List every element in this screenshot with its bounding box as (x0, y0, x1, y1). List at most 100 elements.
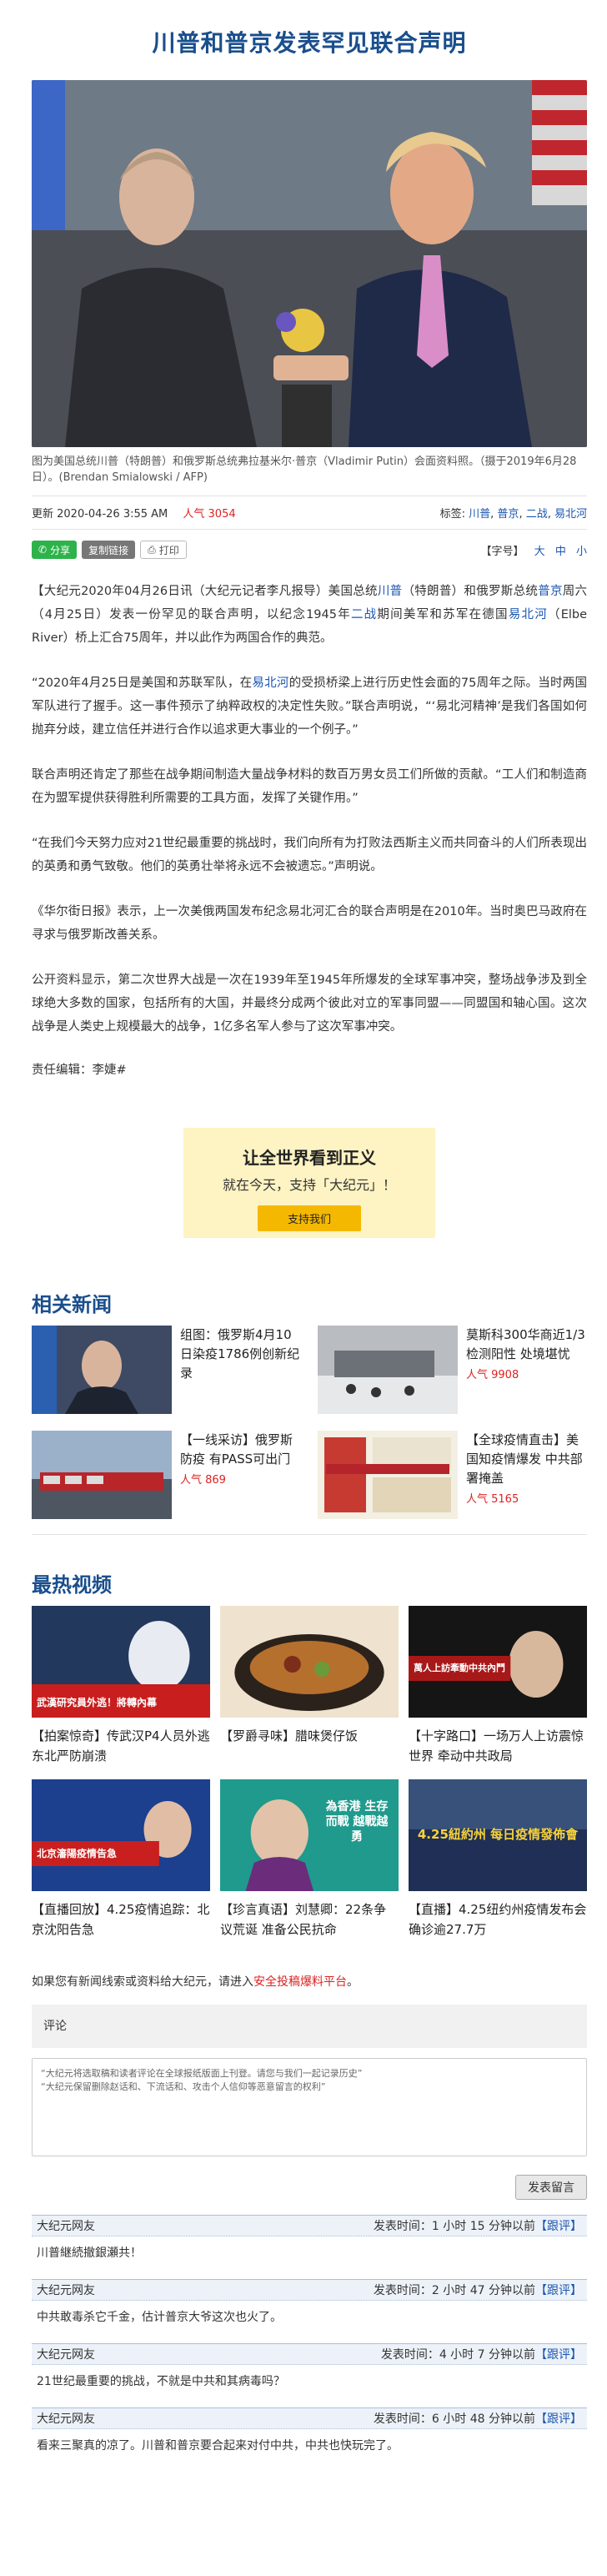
comment-time: 发表时间：6 小时 48 分钟以前 (373, 2412, 535, 2426)
video-item[interactable]: 萬人上訪牽動中共內鬥 【十字路口】一场万人上访震惊世界 牵动中共政局 (409, 1606, 587, 1766)
inline-link[interactable]: 易北河 (252, 677, 288, 690)
video-thumbnail: 北京瀋陽疫情告急 (32, 1779, 210, 1891)
comment-text: 川普継続撤銀瀬共！ (37, 2246, 142, 2260)
comments-header: 评论 (32, 2005, 587, 2048)
related-title: 【一线采访】俄罗斯防疫 有PASS可出门 (180, 1432, 293, 1467)
editor-credit: 责任编辑：李婕# (32, 1064, 127, 1077)
inline-link[interactable]: 二战 (351, 608, 377, 621)
related-title: 莫斯科300华商近1/3检测阳性 处境堪忧 (466, 1327, 585, 1361)
comment-user: 大纪元网友 (37, 2348, 95, 2362)
printer-icon: ⎙ (148, 543, 156, 556)
video-title: 【十字路口】一场万人上访震惊世界 牵动中共政局 (409, 1728, 584, 1763)
page-title: 川普和普京发表罕见联合声明 (152, 29, 467, 57)
related-popularity: 人气 5165 (466, 1493, 519, 1506)
related-thumbnail (318, 1326, 458, 1414)
related-thumbnail (32, 1326, 172, 1414)
font-size-label: 【字号】 (480, 545, 524, 558)
related-item[interactable]: 莫斯科300华商近1/3检测阳性 处境堪忧人气 9908 (318, 1326, 587, 1414)
tags: 标签: 川普, 普京, 二战, 易北河 (439, 508, 587, 521)
comment-text: 21世纪最重要的挑战，不就是中共和其病毒吗？ (37, 2375, 285, 2388)
video-title: 【直播回放】4.25疫情追踪：北京沈阳告急 (32, 1902, 210, 1937)
related-popularity: 人气 9908 (466, 1369, 519, 1381)
video-title: 【罗爵寻味】腊味煲仔饭 (220, 1728, 359, 1743)
tag-link[interactable]: 普京 (497, 508, 519, 521)
comment-item: 大纪元网友 发表时间：6 小时 48 分钟以前【跟评】 看来三聚真的凉了。川普和普… (32, 2407, 587, 2472)
comment-placeholder: “大纪元将选取稿和读者评论在全球报纸版面上刊登。请您与我们一起记录历史” (41, 2068, 363, 2079)
paragraph: 《华尔街日报》表示，上一次美俄两国发布纪念易北河汇合的联合声明是在2010年。当… (32, 905, 587, 942)
comment-list: 大纪元网友 发表时间：1 小时 15 分钟以前【跟评】 川普継続撤銀瀬共！ 大纪元… (32, 2215, 587, 2472)
paragraph: 公开资料显示，第二次世界大战是一次在1939年至1945年所爆发的全球军事冲突，… (32, 974, 587, 1034)
meta-bar: 更新 2020-04-26 3:55 AM 人气 3054 标签: 川普, 普京… (32, 496, 587, 530)
share-button[interactable]: ✆ 分享 (32, 541, 78, 559)
tip-submission-link[interactable]: 安全投稿爆料平台 (253, 1975, 347, 1989)
comment-text: 看来三聚真的凉了。川普和普京要合起来对付中共，中共也快玩完了。 (37, 2439, 399, 2453)
tag-link[interactable]: 川普 (469, 508, 490, 521)
tag-link[interactable]: 二战 (526, 508, 548, 521)
font-size-large[interactable]: 大 (534, 546, 545, 558)
related-item[interactable]: 组图：俄罗斯4月10日染疫1786例创新纪录 (32, 1326, 301, 1414)
share-label: 分享 (50, 544, 71, 556)
hot-videos-list: 武漢研究員外逃！將轉內幕 【拍案惊奇】传武汉P4人员外逃 东北严防崩溃 【罗爵寻… (32, 1606, 587, 1940)
article-body: 【大纪元2020年04月26日讯（大纪元记者李凡报导）美国总统川普（特朗普）和俄… (32, 580, 587, 1078)
related-item[interactable]: 【一线采访】俄罗斯防疫 有PASS可出门人气 869 (32, 1431, 301, 1519)
tip-text: 如果您有新闻线索或资料给大纪元，请进入 (32, 1975, 253, 1989)
tip-suffix: 。 (347, 1975, 359, 1989)
inline-link[interactable]: 川普 (378, 585, 403, 598)
comment-time: 发表时间：1 小时 15 分钟以前 (373, 2220, 535, 2233)
tag-link[interactable]: 易北河 (554, 508, 587, 521)
popularity-count: 人气 3054 (183, 508, 236, 521)
video-thumbnail: 4.25紐約州 每日疫情發佈會 (409, 1779, 587, 1891)
related-title: 【全球疫情直击】美国知疫情爆发 中共部署掩盖 (466, 1432, 583, 1486)
video-item[interactable]: 4.25紐約州 每日疫情發佈會 【直播】4.25纽约州疫情发布会 确诊逾27.7… (409, 1779, 587, 1940)
video-title: 【珍言真语】刘慧卿：22条争议荒诞 准备公民抗命 (220, 1902, 387, 1937)
comment-item: 大纪元网友 发表时间：4 小时 7 分钟以前【跟评】 21世纪最重要的挑战，不就是… (32, 2343, 587, 2407)
reply-link[interactable]: 【跟评】 (535, 2284, 582, 2297)
paragraph: “在我们今天努力应对21世纪最重要的挑战时，我们向所有为打败法西斯主义而共同奋斗… (32, 837, 587, 873)
donate-subline: 就在今天，支持「大纪元」！ (222, 1177, 396, 1193)
paragraph: “2020年4月25日是美国和苏联军队，在易北河的受损桥梁上进行历史性会面的75… (32, 677, 588, 737)
video-overlay-text: 北京瀋陽疫情告急 (37, 1848, 118, 1859)
video-thumbnail: 萬人上訪牽動中共內鬥 (409, 1606, 587, 1718)
video-item[interactable]: 武漢研究員外逃！將轉內幕 【拍案惊奇】传武汉P4人员外逃 东北严防崩溃 (32, 1606, 210, 1766)
video-thumbnail (220, 1606, 399, 1718)
comment-item: 大纪元网友 发表时间：1 小时 15 分钟以前【跟评】 川普継続撤銀瀬共！ (32, 2215, 587, 2279)
copy-link-button[interactable]: 复制链接 (82, 541, 136, 559)
comment-textarea[interactable]: “大纪元将选取稿和读者评论在全球报纸版面上刊登。请您与我们一起记录历史” “大纪… (32, 2058, 587, 2156)
photo-caption: 图为美国总统川普（特朗普）和俄罗斯总统弗拉基米尔·普京（Vladimir Put… (32, 447, 587, 496)
font-size-medium[interactable]: 中 (555, 546, 566, 558)
comment-text: 中共敢毒杀它千金，估计普京大爷这次也火了。 (37, 2311, 282, 2324)
reply-link[interactable]: 【跟评】 (535, 2412, 582, 2426)
font-size-switcher: 【字号】 大 中 小 (481, 542, 587, 558)
video-overlay-text: 為香港 生存而戰 越戰越勇 (325, 1800, 389, 1844)
paragraph: 【大纪元2020年04月26日讯（大纪元记者李凡报导）美国总统川普（特朗普）和俄… (32, 585, 588, 645)
related-title: 组图：俄罗斯4月10日染疫1786例创新纪录 (180, 1327, 300, 1381)
news-tip: 如果您有新闻线索或资料给大纪元，请进入安全投稿爆料平台。 (32, 1973, 587, 1990)
video-item[interactable]: 【罗爵寻味】腊味煲仔饭 (220, 1606, 399, 1766)
updated-time: 更新 2020-04-26 3:55 AM (32, 508, 168, 521)
comment-user: 大纪元网友 (37, 2284, 95, 2297)
reply-link[interactable]: 【跟评】 (535, 2220, 582, 2233)
related-popularity: 人气 869 (180, 1474, 226, 1487)
comment-user: 大纪元网友 (37, 2220, 95, 2233)
related-thumbnail (318, 1431, 458, 1519)
reply-link[interactable]: 【跟评】 (535, 2348, 582, 2362)
article-toolbar: ✆ 分享 复制链接 ⎙ 打印 【字号】 大 中 小 (32, 530, 587, 570)
donate-headline: 让全世界看到正义 (243, 1148, 376, 1168)
related-news-list: 组图：俄罗斯4月10日染疫1786例创新纪录 莫斯科300华商近1/3检测阳性 … (32, 1326, 587, 1535)
video-item[interactable]: 為香港 生存而戰 越戰越勇 【珍言真语】刘慧卿：22条争议荒诞 准备公民抗命 (220, 1779, 399, 1940)
post-comment-button[interactable]: 发表留言 (515, 2175, 587, 2200)
video-overlay-text: 武漢研究員外逃！將轉內幕 (37, 1697, 158, 1708)
support-button[interactable]: 支持我们 (257, 1205, 361, 1231)
related-item[interactable]: 【全球疫情直击】美国知疫情爆发 中共部署掩盖人气 5165 (318, 1431, 587, 1519)
print-label: 打印 (158, 544, 179, 556)
print-button[interactable]: ⎙ 打印 (140, 541, 187, 559)
inline-link[interactable]: 普京 (538, 585, 563, 598)
font-size-small[interactable]: 小 (576, 546, 587, 558)
video-overlay-text: 4.25紐約州 每日疫情發佈會 (417, 1827, 579, 1842)
video-title: 【直播】4.25纽约州疫情发布会 确诊逾27.7万 (409, 1902, 587, 1937)
video-item[interactable]: 北京瀋陽疫情告急 【直播回放】4.25疫情追踪：北京沈阳告急 (32, 1779, 210, 1940)
comment-user: 大纪元网友 (37, 2412, 95, 2426)
comment-placeholder: “大纪元保留删除赵话和、下流话和、攻击个人信仰等恶意留言的权利” (41, 2081, 326, 2092)
related-news-title: 相关新闻 (32, 1293, 112, 1316)
inline-link[interactable]: 易北河 (509, 608, 548, 621)
